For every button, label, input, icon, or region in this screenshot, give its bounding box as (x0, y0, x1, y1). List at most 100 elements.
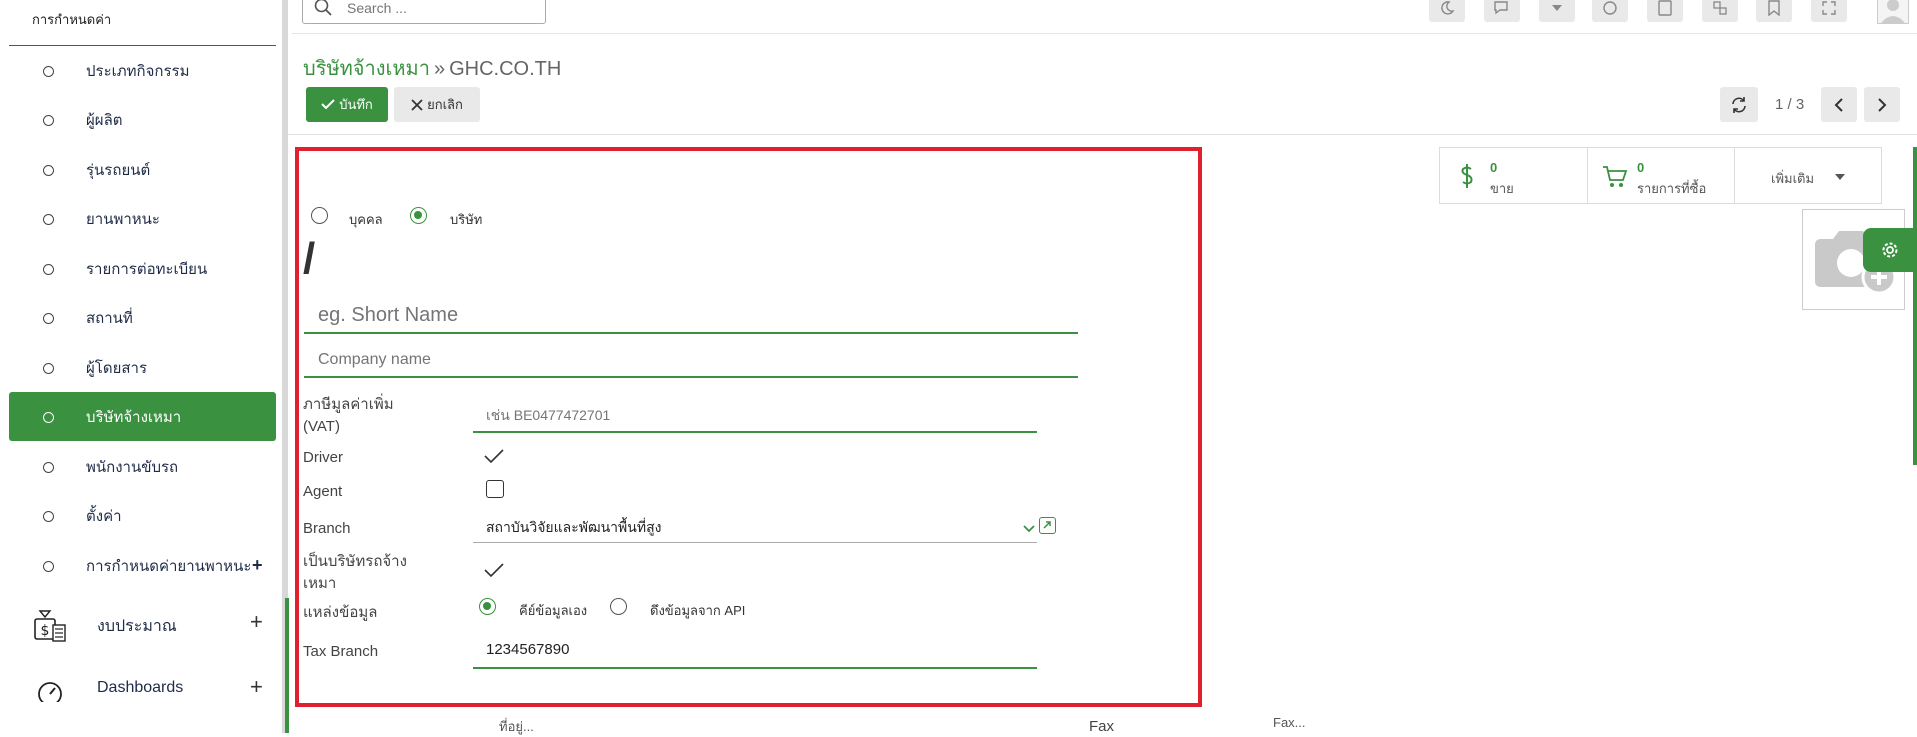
sidebar-section-budget[interactable]: $ งบประมาณ + (9, 599, 276, 649)
sidebar-item-contractor-companies[interactable]: บริษัทจ้างเหมา (9, 392, 276, 441)
close-icon (411, 98, 423, 111)
pager-text: 1 / 3 (1775, 96, 1805, 113)
radio-manual-entry[interactable] (479, 598, 496, 615)
refresh-button[interactable] (1720, 87, 1758, 122)
previous-record-button[interactable] (1821, 87, 1857, 122)
contractor-checkmark-icon[interactable] (484, 563, 504, 577)
settings-menu-button[interactable] (1702, 0, 1738, 22)
fullscreen-button[interactable] (1811, 0, 1847, 22)
sidebar-item-locations[interactable]: สถานที่ (9, 293, 276, 342)
header-divider (288, 134, 1917, 135)
branch-select[interactable]: สถาบันวิจัยและพัฒนาพื้นที่สูง (473, 514, 1037, 543)
settings-menu-icon (1713, 1, 1727, 15)
radio-api-source[interactable] (610, 598, 627, 615)
sidebar-item-label: พนักงานขับรถ (86, 458, 179, 476)
radio-api-source-label: ดึงข้อมูลจาก API (650, 603, 746, 618)
sidebar-item-label: ผู้ผลิต (86, 111, 123, 129)
top-bar (292, 0, 1917, 34)
activity-button[interactable] (1592, 0, 1628, 22)
sidebar-item-drivers[interactable]: พนักงานขับรถ (9, 442, 276, 491)
source-label: แหล่งข้อมูล (303, 604, 378, 621)
dropdown-button[interactable] (1539, 0, 1575, 22)
fax-input[interactable]: Fax... (1273, 715, 1306, 730)
plus-icon[interactable]: + (252, 555, 263, 576)
circle-bullet-icon (43, 164, 54, 176)
search-box[interactable] (302, 0, 546, 24)
circle-bullet-icon (43, 65, 54, 77)
right-accent-bar (1913, 147, 1917, 465)
stat-buttons: 0 ขาย 0 รายการที่ซื้อ เพิ่มเติม (1439, 147, 1882, 204)
agent-checkbox[interactable] (486, 480, 504, 498)
radio-company[interactable] (410, 207, 427, 224)
external-link-icon[interactable] (1039, 517, 1056, 534)
sidebar-item-settings[interactable]: ตั้งค่า (9, 491, 276, 540)
circle-bullet-icon (43, 510, 54, 522)
contractor-label: เป็นบริษัทรถจ้างเหมา (303, 553, 407, 592)
plus-icon[interactable]: + (250, 609, 263, 635)
messages-button[interactable] (1484, 0, 1520, 22)
sidebar-item-car-models[interactable]: รุ่นรถยนต์ (9, 145, 276, 194)
caret-down-icon (1552, 5, 1562, 11)
bookmark-button[interactable] (1756, 0, 1792, 22)
sidebar-item-vehicles[interactable]: ยานพาหนะ (9, 194, 276, 243)
sidebar-item-passengers[interactable]: ผู้โดยสาร (9, 343, 276, 392)
radio-company-label: บริษัท (450, 212, 483, 227)
sales-stat-button[interactable]: 0 ขาย (1440, 148, 1588, 203)
chat-icon (1494, 1, 1508, 15)
sidebar-item-label: ผู้โดยสาร (86, 359, 148, 377)
sidebar: การกำหนดค่า ประเภทกิจกรรม ผู้ผลิต รุ่นรถ… (0, 0, 282, 733)
branch-label: Branch (303, 520, 351, 537)
refresh-icon (1732, 96, 1746, 113)
vat-input[interactable] (473, 398, 1037, 433)
purchase-count: 0 (1637, 160, 1645, 175)
radio-individual[interactable] (311, 207, 328, 224)
more-dropdown-button[interactable]: เพิ่มเติม (1735, 148, 1881, 203)
dashboard-gauge-icon (38, 682, 62, 706)
dollar-icon (1461, 164, 1473, 188)
expand-icon (1822, 1, 1836, 15)
company-name-input[interactable] (304, 343, 1078, 378)
purchase-stat-button[interactable]: 0 รายการที่ซื้อ (1588, 148, 1735, 203)
sidebar-scrollbar-thumb[interactable] (285, 598, 289, 733)
tax-branch-input[interactable] (473, 631, 1037, 669)
caret-down-icon (1835, 174, 1845, 180)
sidebar-item-vehicle-configuration[interactable]: การกำหนดค่ายานพาหนะ + (9, 541, 276, 590)
plus-icon[interactable]: + (250, 674, 263, 700)
sidebar-item-manufacturers[interactable]: ผู้ผลิต (9, 95, 276, 144)
more-label: เพิ่มเติม (1771, 171, 1815, 186)
calculator-button[interactable] (1647, 0, 1683, 22)
tax-branch-label: Tax Branch (303, 643, 379, 660)
cart-icon (1603, 166, 1628, 187)
driver-label: Driver (303, 449, 343, 466)
circle-bullet-icon (43, 461, 54, 473)
check-icon (321, 99, 335, 110)
svg-text:$: $ (41, 623, 50, 639)
breadcrumb-separator: » (433, 58, 446, 80)
breadcrumb: บริษัทจ้างเหมา» GHC.CO.TH (303, 52, 561, 84)
purchase-label: รายการที่ซื้อ (1637, 181, 1707, 196)
sidebar-item-registration-renewals[interactable]: รายการต่อทะเบียน (9, 244, 276, 293)
budget-money-icon: $ (34, 610, 66, 642)
sidebar-section-dashboards[interactable]: Dashboards + (9, 664, 276, 714)
short-name-input[interactable] (304, 298, 1078, 334)
sidebar-item-label: การกำหนดค่ายานพาหนะ (86, 557, 252, 575)
save-button[interactable]: บันทึก (306, 87, 388, 122)
dark-mode-button[interactable] (1429, 0, 1465, 22)
circle-bullet-icon (43, 560, 54, 572)
settings-panel-button[interactable] (1863, 228, 1917, 272)
sidebar-section-label: Dashboards (97, 679, 184, 696)
save-label: บันทึก (339, 97, 373, 112)
activity-icon (1603, 1, 1617, 15)
gear-icon (1882, 242, 1898, 258)
radio-individual-label: บุคคล (349, 212, 383, 227)
next-record-button[interactable] (1864, 87, 1900, 122)
address-placeholder[interactable]: ที่อยู่... (499, 716, 534, 737)
breadcrumb-parent-link[interactable]: บริษัทจ้างเหมา (303, 58, 430, 80)
user-avatar[interactable] (1877, 0, 1909, 24)
sidebar-item-activity-types[interactable]: ประเภทกิจกรรม (9, 46, 276, 95)
search-input[interactable] (347, 0, 537, 18)
chevron-left-icon (1834, 97, 1843, 112)
sidebar-item-label: สถานที่ (86, 309, 133, 327)
cancel-button[interactable]: ยกเลิก (394, 87, 480, 122)
driver-checkmark-icon[interactable] (484, 449, 504, 463)
